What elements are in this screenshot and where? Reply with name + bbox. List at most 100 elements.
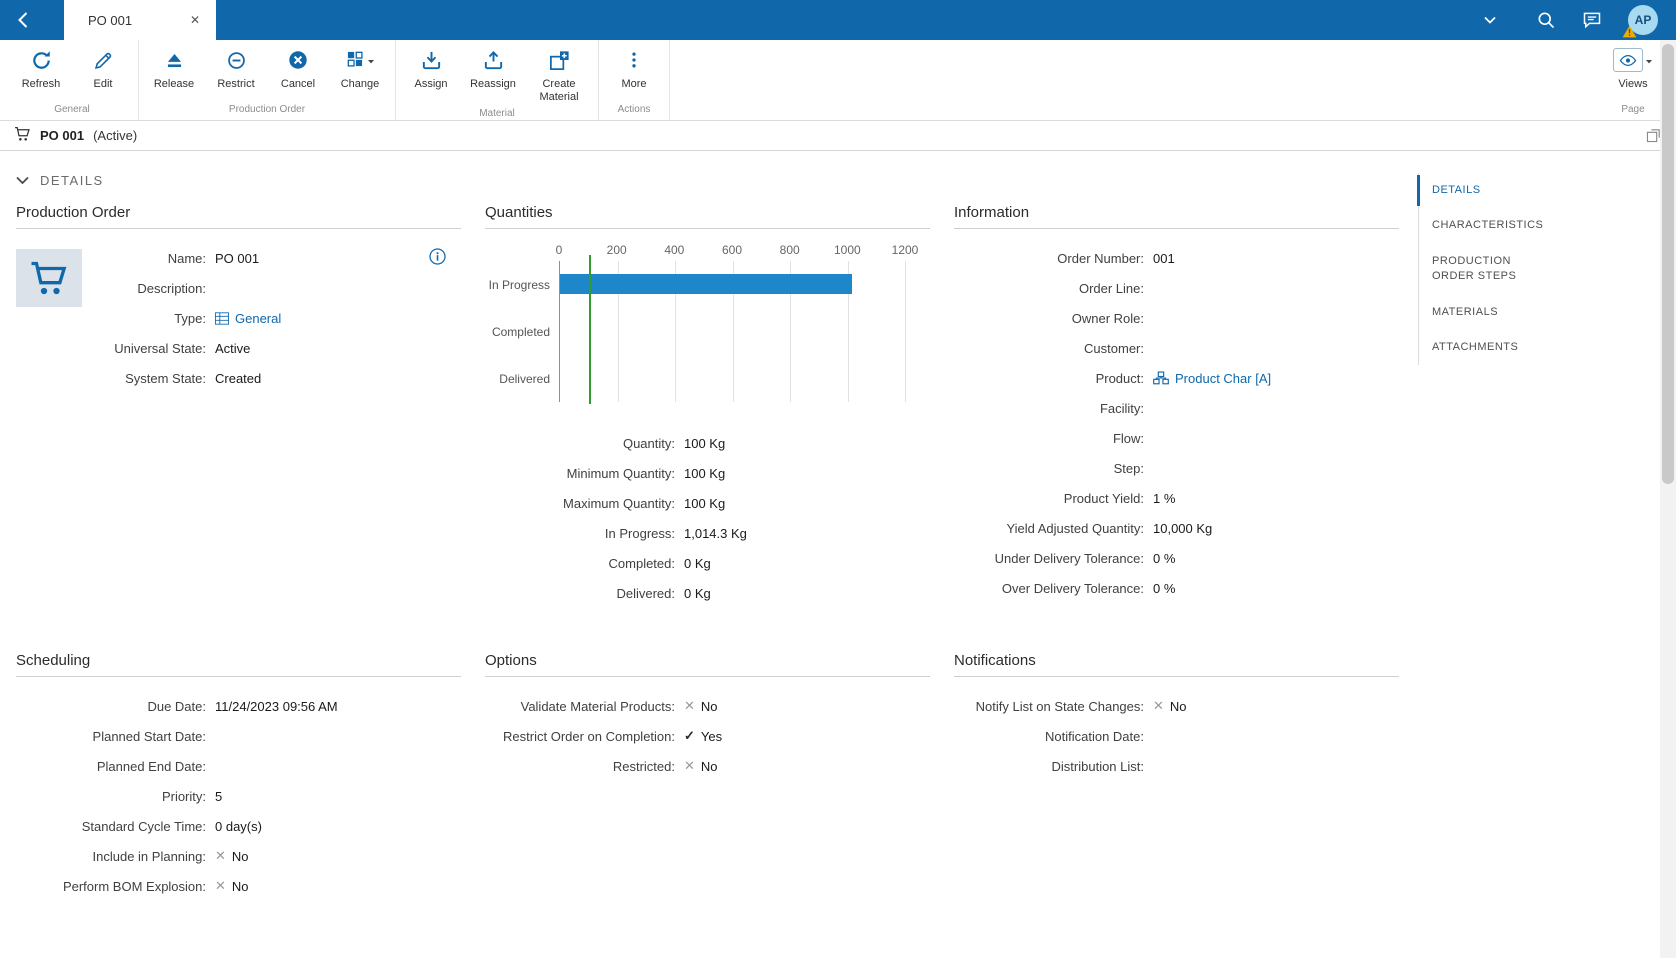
field-value[interactable]: General xyxy=(215,310,281,326)
more-button[interactable]: More xyxy=(605,45,663,93)
link-text: General xyxy=(235,311,281,326)
refresh-button[interactable]: Refresh xyxy=(12,45,70,93)
bool-text: No xyxy=(701,699,718,714)
toolbar-group-label: Production Order xyxy=(145,101,389,118)
field-row: Order Line: xyxy=(954,273,1399,303)
assign-button[interactable]: Assign xyxy=(402,45,460,105)
x-tick-label: 0 xyxy=(556,243,563,257)
release-button[interactable]: Release xyxy=(145,45,203,93)
field-row: Perform BOM Explosion:✕No xyxy=(16,871,461,901)
search-icon[interactable] xyxy=(1536,10,1556,30)
quantities-chart-plot xyxy=(559,261,905,402)
field-row: Delivered:0 Kg xyxy=(485,578,930,608)
chat-icon[interactable] xyxy=(1582,10,1602,30)
field-row: Owner Role: xyxy=(954,303,1399,333)
field-label: Notification Date: xyxy=(954,729,1144,744)
field-label: Owner Role: xyxy=(954,311,1144,326)
section-scheduling: Scheduling Due Date:11/24/2023 09:56 AMP… xyxy=(16,652,461,901)
field-value: 100 Kg xyxy=(684,435,725,451)
sidebar-item-attachments[interactable]: ATTACHMENTS xyxy=(1419,330,1560,365)
chevron-down-icon xyxy=(367,53,375,68)
field-row: Standard Cycle Time:0 day(s) xyxy=(16,811,461,841)
info-icon[interactable] xyxy=(428,247,447,266)
edit-button[interactable]: Edit xyxy=(74,45,132,93)
field-label: In Progress: xyxy=(485,526,675,541)
field-label: Distribution List: xyxy=(954,759,1144,774)
section-information: Information Order Number:001Order Line:O… xyxy=(954,204,1399,608)
x-tick-label: 200 xyxy=(607,243,627,257)
field-row: Validate Material Products:✕No xyxy=(485,691,930,721)
link-text: Product Char [A] xyxy=(1175,371,1271,386)
chevron-down-icon[interactable] xyxy=(1484,16,1496,24)
field-label: Standard Cycle Time: xyxy=(16,819,206,834)
tab-po-001[interactable]: PO 001 ✕ xyxy=(64,0,216,40)
back-button[interactable] xyxy=(0,0,64,40)
change-button[interactable]: Change xyxy=(331,45,389,93)
field-row: Facility: xyxy=(954,393,1399,423)
field-row: Restricted:✕No xyxy=(485,751,930,781)
y-category-label: In Progress xyxy=(485,261,559,308)
create-material-button[interactable]: Create Material xyxy=(526,45,592,105)
field-label: Under Delivery Tolerance: xyxy=(954,551,1144,566)
x-tick-label: 800 xyxy=(780,243,800,257)
field-value: 10,000 Kg xyxy=(1153,520,1212,536)
field-value: 100 Kg xyxy=(684,495,725,511)
toolbar-group-label: Material xyxy=(402,105,592,122)
status-badge: (Active) xyxy=(93,128,137,143)
field-row: Completed:0 Kg xyxy=(485,548,930,578)
table-icon xyxy=(215,312,229,325)
field-label: Planned End Date: xyxy=(16,759,206,774)
toolbar-group-label: General xyxy=(12,101,132,118)
x-tick-label: 1200 xyxy=(892,243,919,257)
bool-text: No xyxy=(232,879,249,894)
refresh-icon xyxy=(30,47,53,73)
avatar[interactable]: AP xyxy=(1628,5,1658,35)
cancel-button[interactable]: Cancel xyxy=(269,45,327,93)
reassign-icon xyxy=(482,47,505,73)
bool-text: No xyxy=(1170,699,1187,714)
x-tick-label: 1000 xyxy=(834,243,861,257)
field-row: Include in Planning:✕No xyxy=(16,841,461,871)
field-label: Type: xyxy=(16,311,206,326)
field-label: Maximum Quantity: xyxy=(485,496,675,511)
field-value: 11/24/2023 09:56 AM xyxy=(215,698,338,714)
scrollbar-thumb[interactable] xyxy=(1662,44,1674,484)
field-label: Step: xyxy=(954,461,1144,476)
field-value: ✓Yes xyxy=(684,728,722,744)
sidebar-item-production-order-steps[interactable]: PRODUCTION ORDER STEPS xyxy=(1419,244,1560,295)
sidebar-item-characteristics[interactable]: CHARACTERISTICS xyxy=(1419,208,1560,243)
sidebar-item-materials[interactable]: MATERIALS xyxy=(1419,295,1560,330)
field-row: Description: xyxy=(16,273,461,303)
close-icon[interactable]: ✕ xyxy=(186,11,204,29)
field-value: ✕No xyxy=(684,698,718,714)
reassign-button[interactable]: Reassign xyxy=(464,45,522,105)
y-category-label: Completed xyxy=(485,308,559,355)
field-row: Quantity:100 Kg xyxy=(485,428,930,458)
product-icon xyxy=(1153,371,1169,385)
field-label: Delivered: xyxy=(485,586,675,601)
sidebar-item-details[interactable]: DETAILS xyxy=(1419,173,1560,208)
release-icon xyxy=(164,47,185,73)
check-icon: ✓ xyxy=(684,728,695,744)
more-icon xyxy=(624,47,644,73)
field-value[interactable]: Product Char [A] xyxy=(1153,370,1271,386)
topbar-actions: AP xyxy=(1484,0,1676,40)
cart-icon xyxy=(14,126,31,145)
vertical-scrollbar[interactable] xyxy=(1660,40,1676,958)
restrict-button[interactable]: Restrict xyxy=(207,45,265,93)
notifications-fields: Notify List on State Changes:✕NoNotifica… xyxy=(954,691,1399,781)
views-button[interactable]: Views xyxy=(1604,45,1662,93)
restrict-icon xyxy=(226,47,247,73)
field-label: Due Date: xyxy=(16,699,206,714)
object-title-bar: PO 001 (Active) xyxy=(0,121,1676,151)
field-row: Due Date: 11/24/2023 09:56 AM xyxy=(16,691,461,721)
chevron-down-icon xyxy=(1645,53,1653,68)
app-window: PO 001 ✕ AP xyxy=(0,0,1676,937)
x-icon: ✕ xyxy=(215,878,226,894)
field-row: Flow: xyxy=(954,423,1399,453)
field-label: Customer: xyxy=(954,341,1144,356)
field-value: 5 xyxy=(215,788,222,804)
details-grid-row-2: Scheduling Due Date:11/24/2023 09:56 AMP… xyxy=(16,652,1399,901)
field-row: Order Number:001 xyxy=(954,243,1399,273)
information-fields: Order Number:001Order Line: Owner Role: Cu… xyxy=(954,243,1399,603)
